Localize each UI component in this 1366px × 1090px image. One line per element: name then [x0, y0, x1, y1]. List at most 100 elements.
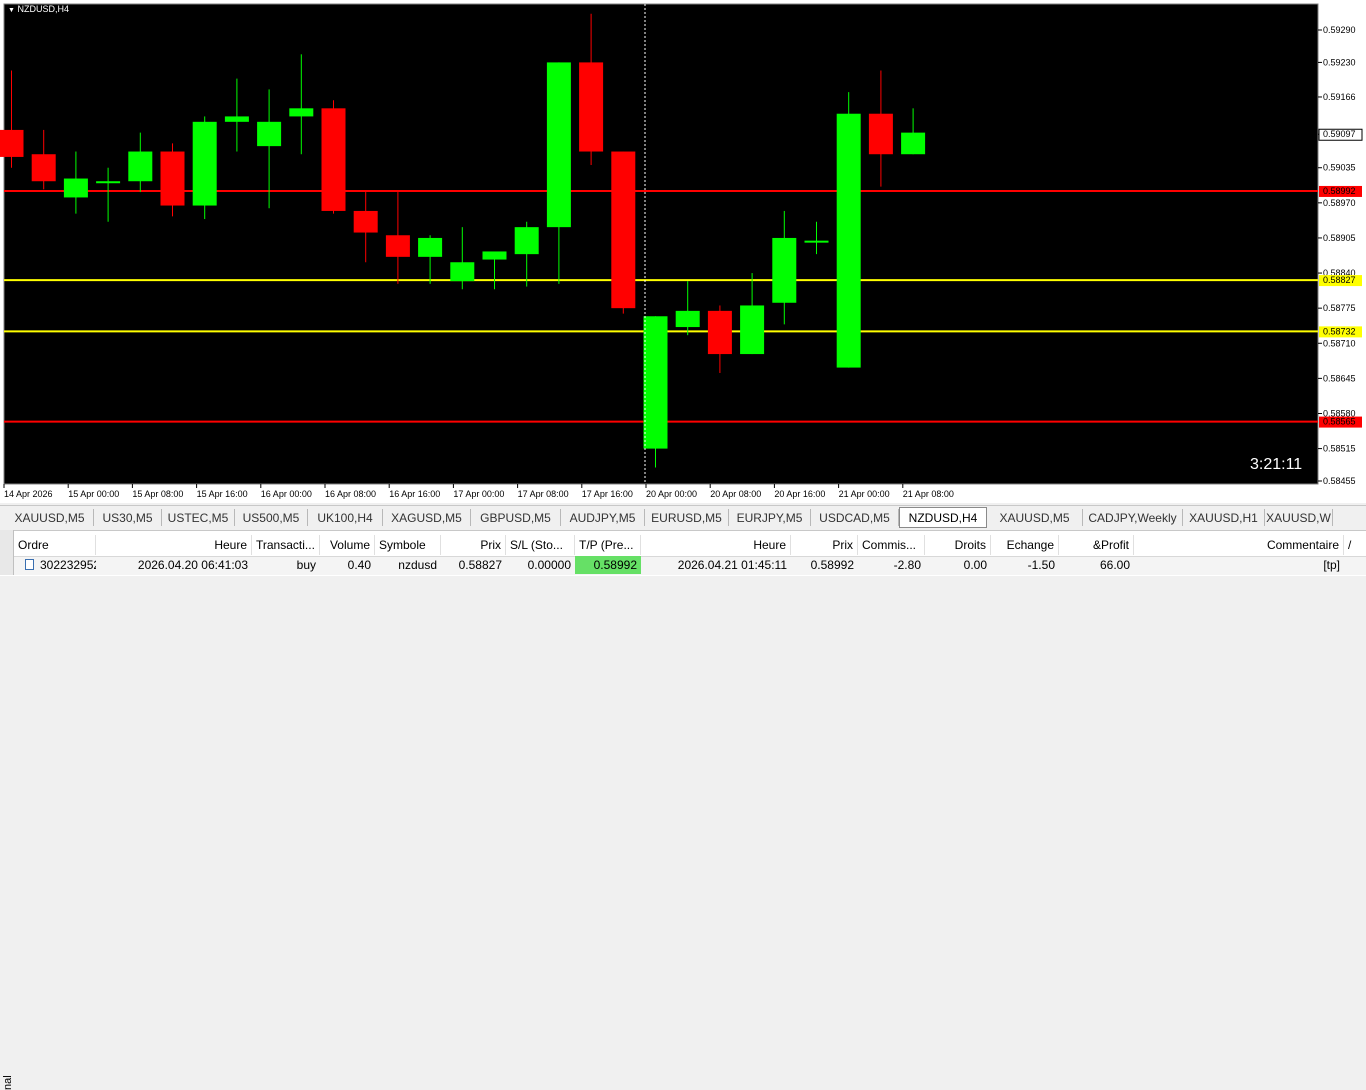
- orders-column-header[interactable]: T/P (Pre...: [575, 535, 641, 555]
- order-cell: 0.58827: [458, 558, 502, 572]
- symbol-timeframe: NZDUSD,H4: [17, 4, 69, 14]
- orders-column-header[interactable]: Echange: [991, 535, 1059, 555]
- chart-tab[interactable]: USTEC,M5: [162, 509, 235, 526]
- order-cell: 2026.04.20 06:41:03: [137, 558, 248, 572]
- x-tick-label: 16 Apr 00:00: [261, 489, 312, 499]
- chart-tab[interactable]: GBPUSD,M5: [471, 509, 561, 526]
- candle-body: [643, 316, 668, 449]
- chart-tab[interactable]: UK100,H4: [308, 509, 383, 526]
- candle-timer: 3:21:11: [1250, 456, 1303, 473]
- order-cell: [tp]: [1323, 558, 1340, 572]
- candle-body: [418, 237, 443, 257]
- orders-column-header[interactable]: Heure: [96, 535, 252, 555]
- chart-window[interactable]: 0.59290 0.59230 0.59166 0.59097 0.59035 0.589…: [0, 0, 1366, 503]
- candlestick-chart[interactable]: 0.59290 0.59230 0.59166 0.59097 0.59035 0.589…: [0, 0, 1366, 503]
- order-cell: 0.00000: [527, 558, 571, 572]
- y-tick-label: 0.58905: [1323, 233, 1356, 243]
- candle-body: [192, 121, 217, 206]
- candle-body: [450, 262, 475, 282]
- order-cell: -2.80: [893, 558, 921, 572]
- orders-column-header[interactable]: Commentaire: [1134, 535, 1344, 555]
- candle-body: [257, 121, 282, 147]
- dropdown-triangle-icon[interactable]: ▼: [8, 7, 15, 14]
- order-cell: 66.00: [1099, 558, 1130, 572]
- order-cell: 0.58992: [575, 556, 641, 574]
- price-level-label: 0.58992: [1323, 186, 1356, 196]
- chart-tab[interactable]: USDCAD,M5: [811, 509, 899, 526]
- order-document-icon: [25, 559, 34, 570]
- x-tick-label: 15 Apr 08:00: [132, 489, 183, 499]
- y-tick-label: 0.58775: [1323, 303, 1356, 313]
- candle-body: [836, 113, 861, 368]
- orders-column-header[interactable]: Droits: [925, 535, 991, 555]
- x-tick-label: 21 Apr 08:00: [903, 489, 954, 499]
- candle-body: [740, 305, 765, 355]
- sort-arrow-icon[interactable]: /: [1344, 535, 1364, 555]
- chart-tab[interactable]: AUDJPY,M5: [561, 509, 645, 526]
- chart-tabs-bar: XAUUSD,M5 US30,M5 USTEC,M5 US500,M5 UK100,H4…: [0, 505, 1366, 528]
- candle-body: [611, 151, 636, 309]
- chart-tab[interactable]: NZDUSD,H4: [899, 507, 987, 528]
- y-tick-label: 0.59230: [1323, 57, 1356, 67]
- chart-tab[interactable]: EURUSD,M5: [645, 509, 729, 526]
- x-tick-label: 20 Apr 08:00: [710, 489, 761, 499]
- order-cell: 0.00: [963, 558, 987, 572]
- candle-body: [514, 227, 539, 255]
- y-tick-label: 0.58515: [1323, 444, 1356, 454]
- candle-body: [160, 151, 185, 206]
- y-tick-label: 0.59166: [1323, 92, 1356, 102]
- candle-body: [96, 181, 121, 184]
- chart-tab[interactable]: CADJPY,Weekly: [1083, 509, 1183, 526]
- chart-tab[interactable]: XAUUSD,H1: [1183, 509, 1265, 526]
- orders-column-header[interactable]: Symbole: [375, 535, 441, 555]
- candle-body: [772, 237, 797, 303]
- order-cell: buy: [296, 558, 316, 572]
- current-price-label: 0.59097: [1323, 129, 1356, 139]
- chart-tab[interactable]: US30,M5: [94, 509, 162, 526]
- x-tick-label: 14 Apr 2026: [4, 489, 53, 499]
- candle-body: [353, 210, 378, 233]
- orders-column-header[interactable]: &Profit: [1059, 535, 1134, 555]
- chart-tab[interactable]: XAUUSD,W: [1265, 509, 1333, 526]
- chart-tab[interactable]: XAUUSD,M5: [987, 509, 1083, 526]
- x-tick-label: 20 Apr 00:00: [646, 489, 697, 499]
- candle-body: [63, 178, 88, 198]
- candle-body: [901, 132, 926, 155]
- candle-body: [31, 154, 56, 182]
- x-tick-label: 15 Apr 16:00: [197, 489, 248, 499]
- order-cell: nzdusd: [398, 558, 437, 572]
- candle-body: [675, 310, 700, 328]
- chart-tab[interactable]: XAUUSD,M5: [6, 509, 94, 526]
- y-tick-label: 0.58645: [1323, 373, 1356, 383]
- y-tick-label: 0.59035: [1323, 163, 1356, 173]
- candle-body: [579, 62, 604, 152]
- chart-tab[interactable]: XAGUSD,M5: [383, 509, 471, 526]
- order-cell: 2026.04.21 01:45:11: [677, 558, 787, 572]
- price-level-label: 0.58565: [1323, 417, 1356, 427]
- chart-tab[interactable]: US500,M5: [235, 509, 308, 526]
- x-tick-label: 17 Apr 16:00: [582, 489, 633, 499]
- candle-body: [804, 240, 829, 243]
- candle-body: [128, 151, 153, 182]
- x-tick-label: 20 Apr 16:00: [774, 489, 825, 499]
- chart-tab[interactable]: EURJPY,M5: [729, 509, 811, 526]
- candle-body: [224, 116, 249, 122]
- order-cell: -1.50: [1027, 558, 1055, 572]
- x-tick-label: 15 Apr 00:00: [68, 489, 119, 499]
- orders-column-header[interactable]: Transacti...: [252, 535, 320, 555]
- terminal-side-tab[interactable]: nal: [0, 530, 14, 1090]
- candle-body: [0, 129, 24, 157]
- orders-column-header[interactable]: Ordre: [14, 535, 96, 555]
- orders-column-header[interactable]: Prix: [441, 535, 506, 555]
- orders-column-header[interactable]: Volume: [320, 535, 375, 555]
- x-tick-label: 17 Apr 00:00: [453, 489, 504, 499]
- orders-column-header[interactable]: Prix: [791, 535, 858, 555]
- candle-body: [482, 251, 507, 260]
- y-tick-label: 0.58710: [1323, 338, 1356, 348]
- orders-column-header[interactable]: S/L (Sto...: [506, 535, 575, 555]
- order-cell: 0.58992: [810, 558, 854, 572]
- orders-column-header[interactable]: Heure: [641, 535, 791, 555]
- orders-column-header[interactable]: Commis...: [858, 535, 925, 555]
- candle-body: [385, 235, 410, 257]
- candle-body: [546, 62, 571, 228]
